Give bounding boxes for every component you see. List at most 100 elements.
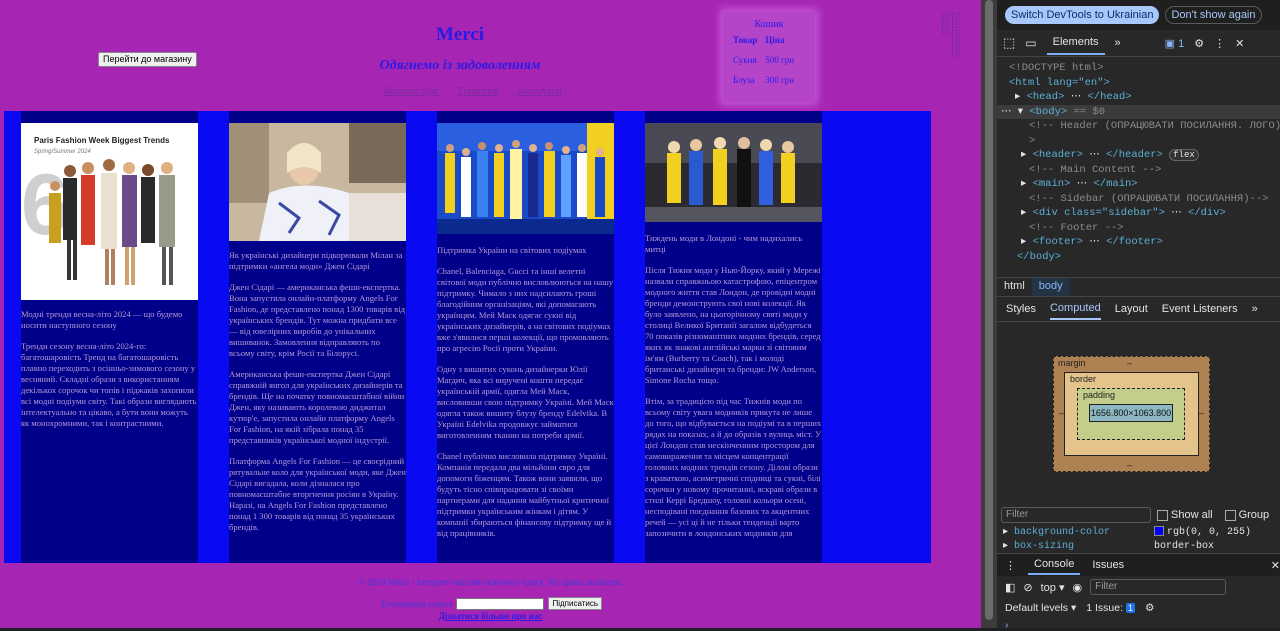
kebab-menu-icon[interactable]: ⋮ [1214,37,1225,50]
settings-icon[interactable]: ⚙ [1194,37,1204,50]
nav-link-accessories[interactable]: Аксесуари [517,86,562,97]
cart-cell: 300 грн [765,75,795,85]
dom-tag: </main> [1093,178,1138,190]
console-settings-icon[interactable]: ⚙ [1145,602,1154,614]
clear-console-icon[interactable]: ⊘ [1023,581,1032,594]
tab-console[interactable]: Console [1028,555,1081,575]
dom-comment[interactable]: <!-- Header (ОПРАЦЮВАТИ ПОСИЛАННЯ. ЛОГО)… [997,119,1280,134]
dom-tag: <footer> [1032,236,1083,248]
device-toolbar-icon[interactable]: ▭ [1025,36,1036,50]
dom-comment[interactable]: <!-- Main Content --> [997,163,1280,178]
dom-node[interactable]: </body> [997,250,1280,265]
tab-elements[interactable]: Elements [1046,31,1105,55]
article-headline: Підтримка України на світових подіумах [437,245,587,255]
breadcrumb-html[interactable]: html [997,278,1032,296]
subscribe-button[interactable]: Підписатись [548,597,603,610]
tab-issues[interactable]: Issues [1092,559,1124,571]
switch-language-button[interactable]: Switch DevTools to Ukrainian [1005,6,1160,24]
dom-comment[interactable]: > [997,134,1280,149]
tab-event-listeners[interactable]: Event Listeners [1162,303,1238,315]
group-checkbox[interactable]: Group [1224,509,1269,521]
article-paragraph: Chanel, Balenciaga, Gucci та інші велетн… [437,266,614,353]
close-icon[interactable]: ✕ [1235,37,1244,50]
property-row[interactable]: ▸ box-sizing border-box [1003,540,1280,554]
dom-node[interactable]: ▸ <main> ⋯ </main> [997,177,1280,192]
property-value: border-box [1154,541,1215,552]
cart-row: Блуза 300 грн [729,70,798,90]
article-image-trends: Paris Fashion Week Biggest Trends Spring… [21,123,198,300]
article-headline: Як українські дизайнери підкорювали Міла… [229,250,403,271]
issues-counter[interactable]: ▣ 1 [1165,37,1185,50]
article-paragraph: Одну з вишитих суконь дизайнерки Юлії Ма… [437,364,614,440]
dom-comment[interactable]: <!-- Sidebar (ОПРАЦЮВАТИ ПОСИЛАННЯ)--> [997,192,1280,207]
eye-icon[interactable]: ◉ [1073,581,1083,594]
article-text: Модні тренди весна-літо 2024 — що будемо… [21,309,198,439]
tab-styles[interactable]: Styles [1006,303,1036,315]
cart-title: Кошик [754,19,784,30]
issue-badge: 1 [1125,603,1135,613]
page-scrollbar-thumb[interactable] [985,0,993,620]
nav-link-outerwear[interactable]: Верхній одяг [384,86,440,97]
console-filter-input[interactable]: Filter [1090,579,1227,595]
flex-badge[interactable]: flex [1169,149,1199,161]
article-image-ukraine-runway [437,123,614,234]
dom-node-selected[interactable]: ⋯ ▾ <body> == $0 [997,104,1280,119]
sidebar-vertical-link[interactable]: Підтримати бренд [943,12,963,76]
color-swatch[interactable] [1154,526,1164,537]
cart-header-price: Ціна [765,35,785,45]
dom-node[interactable]: ▸ <header> ⋯ </header> flex [997,148,1280,163]
article-paragraph: Тренди сезону весна-літо 2024-го: багато… [21,341,197,428]
box-model-content[interactable]: 1656.800×1063.800 [1089,404,1173,422]
dom-tag: <body> [1029,105,1068,118]
border-label: border [1070,374,1097,384]
dom-selected-marker: == $0 [1073,105,1106,118]
styles-subtabs: Styles Computed Layout Event Listeners » [997,297,1280,322]
article-image-jen-sidari [229,123,406,241]
dom-node[interactable]: <!DOCTYPE html> [997,61,1280,76]
nav-link-knitwear[interactable]: Трикотаж [458,86,499,97]
article-column-1: Paris Fashion Week Biggest Trends Spring… [21,111,198,563]
console-issues-link[interactable]: 1 Issue: 1 [1086,602,1135,614]
dom-tree: <!DOCTYPE html> <html lang="en"> ▸ <head… [997,57,1280,277]
drawer-menu-icon[interactable]: ⋮ [1005,559,1016,572]
article-column-2: Як українські дизайнери підкорювали Міла… [229,111,406,563]
cart-cell: Сукня [733,55,757,65]
sidebar-toggle-icon[interactable]: ◧ [1005,581,1015,594]
article-headline: Тиждень моди в Лондоні - чим надихались … [645,233,803,254]
runway-models-graphic [49,159,175,285]
about-link[interactable]: Дізнатися більше про нас [0,611,981,621]
more-tabs-icon[interactable]: » [1115,37,1121,49]
more-subtabs-icon[interactable]: » [1252,303,1258,315]
dont-show-again-button[interactable]: Don't show again [1165,6,1262,24]
dom-node[interactable]: ▸ <footer> ⋯ </footer> [997,235,1280,250]
dom-node[interactable]: ▸ <head> ⋯ </head> [997,90,1280,105]
property-row[interactable]: ▸ background-color rgb(0, 0, 255) [1003,526,1280,540]
dom-node[interactable]: <html lang="en"> [997,76,1280,91]
margin-top-value: – [1127,358,1133,368]
margin-bottom-value: – [1127,460,1133,470]
dom-tag: <html lang="en"> [1009,76,1110,89]
dom-tag: <main> [1032,178,1071,190]
dom-node[interactable]: ▸ <div class="sidebar"> ⋯ </div> [997,206,1280,221]
cart-cell: 500 грн [765,55,795,65]
breadcrumb-body[interactable]: body [1031,278,1070,296]
cart-cell: Блуза [733,75,755,85]
show-all-checkbox[interactable]: Show all [1157,509,1213,521]
article-column-3: Підтримка України на світових подіумах C… [437,111,614,563]
tab-layout[interactable]: Layout [1115,303,1148,315]
inspect-element-icon[interactable]: ⬚ [1003,35,1015,51]
dom-comment[interactable]: <!-- Footer --> [997,221,1280,236]
context-selector[interactable]: top ▾ [1041,581,1065,594]
computed-filter-input[interactable]: Filter [1001,507,1151,523]
email-field[interactable] [456,597,545,610]
photo-london-runway-graphic [645,123,822,222]
dom-tag: </div> [1188,207,1226,219]
tab-computed[interactable]: Computed [1049,298,1101,320]
close-drawer-icon[interactable]: ✕ [1271,559,1280,572]
article-text: Тиждень моди в Лондоні - чим надихались … [645,233,822,549]
page-scrollbar[interactable] [981,0,997,628]
cart-table: Товар Ціна Сукня 500 грн Блуза 300 грн [729,30,798,90]
dom-tag: </head> [1087,91,1132,103]
log-levels-dropdown[interactable]: Default levels ▾ [1005,602,1076,614]
console-prompt-icon[interactable]: › [1005,620,1008,631]
